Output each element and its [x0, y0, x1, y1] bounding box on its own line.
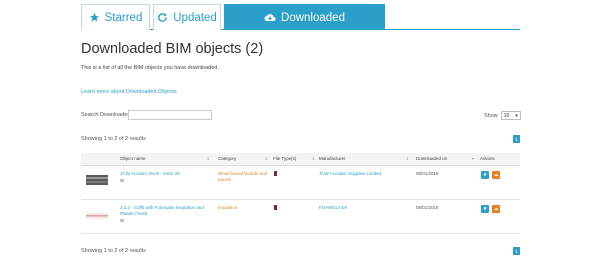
page-size-select[interactable]: 10 ▾: [500, 111, 521, 120]
star-icon: [89, 12, 99, 22]
file-type-icon: [274, 171, 277, 176]
cloud-download-icon: ☁: [493, 172, 499, 178]
tab-downloaded-label: Downloaded: [281, 11, 345, 24]
sort-icon: ⇕: [405, 156, 409, 161]
pagination-current-bottom[interactable]: 1: [513, 247, 520, 255]
star-button[interactable]: ★: [481, 205, 489, 213]
deck-thumbnail[interactable]: [86, 173, 108, 187]
cube-icon: [120, 219, 124, 222]
results-summary-bottom: Showing 1 to 2 of 2 results: [81, 248, 146, 254]
page-intro: This is a list of all the BIM objects yo…: [81, 65, 219, 71]
object-name-link[interactable]: JCW Acoustic Deck - Deck 28: [120, 171, 212, 182]
downloaded-date: 06/01/2016: [416, 205, 439, 210]
learn-more-link[interactable]: Learn more about Downloaded Objects: [81, 89, 177, 95]
tab-bar: Starred Updated Downloaded: [81, 4, 520, 30]
col-object-name[interactable]: Object name ⇕: [120, 156, 210, 161]
sort-icon: ⇕: [311, 156, 315, 161]
sort-desc-icon: ▾: [471, 156, 474, 161]
page-size-control: Show 10 ▾: [484, 111, 521, 120]
tab-downloaded[interactable]: Downloaded: [224, 4, 385, 30]
star-icon: ★: [482, 172, 488, 178]
table-row: JCW Acoustic Deck - Deck 28 Wood based b…: [81, 166, 520, 200]
tab-starred-label: Starred: [104, 11, 143, 24]
file-type-icon: [274, 205, 277, 210]
col-file-types[interactable]: File Type(s) ⇕: [273, 156, 315, 161]
cloud-download-icon: ☁: [493, 206, 499, 212]
sort-icon: ⇕: [206, 156, 210, 161]
object-name-link[interactable]: 3.3.3 - Soffit with Foamglas Insulation …: [120, 205, 212, 222]
soffit-thumbnail[interactable]: [86, 209, 108, 223]
download-button[interactable]: ☁: [492, 171, 500, 179]
table-header: Object name ⇕ Category ⇕ File Type(s) ⇕ Man…: [81, 153, 520, 166]
col-downloaded-on[interactable]: Downloaded on ▾: [416, 156, 474, 161]
category-link[interactable]: Insulation: [218, 205, 270, 211]
tab-starred[interactable]: Starred: [81, 4, 150, 30]
manufacturer-link[interactable]: JCW Acoustic Supplies Limited: [319, 171, 414, 177]
star-icon: ★: [482, 206, 488, 212]
downloads-table: Object name ⇕ Category ⇕ File Type(s) ⇕ Man…: [81, 153, 520, 234]
star-button[interactable]: ★: [481, 171, 489, 179]
tab-updated-label: Updated: [173, 11, 217, 24]
tab-updated[interactable]: Updated: [153, 4, 221, 30]
chevron-down-icon: ▾: [515, 112, 518, 119]
manufacturer-link[interactable]: FOAMGLAS®: [319, 205, 414, 211]
results-summary-top: Showing 1 to 2 of 2 results: [81, 136, 146, 142]
downloaded-date: 06/01/2016: [416, 171, 439, 176]
page-title: Downloaded BIM objects (2): [81, 41, 264, 57]
search-label: Search Downloaded:: [81, 112, 133, 118]
page-size-value: 10: [503, 112, 510, 119]
pagination-current-top[interactable]: 1: [513, 135, 520, 143]
cube-icon: [120, 179, 124, 182]
sort-icon: ⇕: [264, 156, 268, 161]
search-input[interactable]: [128, 110, 212, 120]
table-row: 3.3.3 - Soffit with Foamglas Insulation …: [81, 200, 520, 234]
download-button[interactable]: ☁: [492, 205, 500, 213]
col-actions: Actions: [480, 156, 495, 161]
cloud-download-icon: [264, 14, 276, 21]
refresh-icon: [158, 13, 168, 22]
col-manufacturer[interactable]: Manufacturer ⇕: [319, 156, 409, 161]
col-category[interactable]: Category ⇕: [218, 156, 268, 161]
category-link[interactable]: Wood based boards and panels: [218, 171, 270, 183]
show-label: Show: [484, 112, 498, 119]
